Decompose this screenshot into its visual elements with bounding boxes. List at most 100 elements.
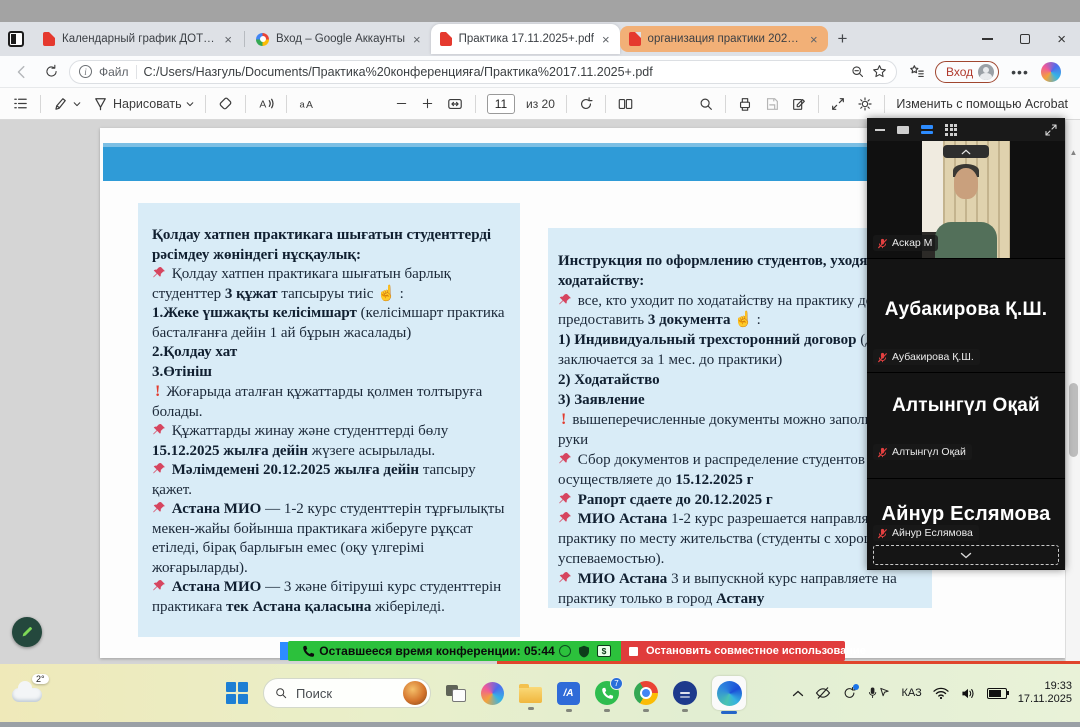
tab-google-signin[interactable]: Вход – Google Аккаунты × — [247, 26, 431, 52]
page-view-icon[interactable] — [617, 96, 634, 112]
tab-praktika-pdf-active[interactable]: Практика 17.11.2025+.pdf × — [431, 24, 620, 54]
minimize-button[interactable] — [982, 38, 993, 39]
whatsapp-icon: 7 — [595, 681, 619, 705]
fit-to-width-icon[interactable] — [446, 96, 464, 112]
video-tile-askar[interactable]: Аскар М — [867, 141, 1065, 258]
tab-calendar-pdf[interactable]: Календарный график ДОТ 2025- × — [34, 26, 242, 52]
maximize-button[interactable] — [1020, 34, 1030, 44]
tab-organizaciya-praktiki[interactable]: организация практики 2025-202 × — [620, 26, 828, 52]
participant-big-name: Аубакирова Қ.Ш. — [867, 299, 1065, 321]
hidden-eye-icon[interactable] — [815, 686, 831, 700]
bing-daily-image — [403, 681, 427, 705]
acrobat-button[interactable]: Изменить с помощью Acrobat — [896, 97, 1068, 111]
pdf-favicon — [440, 32, 452, 46]
rotate-icon[interactable] — [578, 96, 594, 112]
tab-title: организация практики 2025-202 — [648, 33, 802, 45]
copilot-icon[interactable] — [1041, 62, 1061, 82]
close-tab-icon[interactable]: × — [601, 33, 611, 46]
mic-muted-icon — [877, 238, 888, 249]
toc-icon[interactable] — [12, 95, 29, 112]
participant-big-name: Айнур Еслямова — [867, 503, 1065, 526]
edge-icon — [717, 681, 742, 706]
chrome-icon — [634, 681, 658, 705]
whatsapp-button[interactable]: 7 — [595, 681, 619, 705]
grid-view-icon[interactable] — [945, 124, 957, 136]
refresh-icon[interactable] — [44, 64, 59, 79]
pushpin-icon — [558, 511, 572, 525]
sync-tray-icon[interactable] — [842, 686, 857, 700]
scrollbar-up-arrow[interactable]: ▲ — [1066, 148, 1080, 157]
close-window-button[interactable]: × — [1057, 32, 1066, 47]
tray-overflow-chevron[interactable] — [792, 689, 804, 697]
show-more-participants-button[interactable] — [873, 545, 1059, 565]
keyboard-language[interactable]: КАЗ — [901, 687, 921, 699]
print-icon[interactable] — [737, 96, 753, 112]
start-button[interactable] — [226, 682, 248, 704]
fullscreen-icon[interactable] — [830, 96, 846, 112]
search-placeholder: Поиск — [296, 686, 395, 701]
svg-text:A: A — [259, 99, 266, 110]
pdf-scrollbar[interactable]: ▲ — [1065, 120, 1080, 665]
taskbar: 2° Поиск /A 7 — [0, 664, 1080, 722]
highlight-tool[interactable] — [52, 95, 81, 112]
settings-gear-icon[interactable] — [857, 96, 873, 112]
browser-menu-icon[interactable]: ••• — [1011, 64, 1029, 80]
speaker-view-icon[interactable] — [897, 126, 909, 134]
read-aloud-icon[interactable]: A — [257, 95, 275, 112]
new-tab-button[interactable]: + — [828, 29, 858, 49]
draw-tool[interactable]: Нарисовать — [92, 95, 194, 112]
clock[interactable]: 19:33 17.11.2025 — [1018, 680, 1072, 706]
participant-tile[interactable]: Алтынгүл Оқай Алтынгүл Оқай — [867, 372, 1065, 478]
panel-minimize-icon[interactable] — [875, 129, 885, 131]
file-explorer-button[interactable] — [519, 684, 542, 703]
chrome-button[interactable] — [634, 681, 658, 705]
participant-tile[interactable]: Аубакирова Қ.Ш. Аубакирова Қ.Ш. — [867, 258, 1065, 372]
save-icon[interactable] — [764, 96, 780, 112]
zoom-out-page-icon[interactable] — [850, 64, 865, 79]
eraser-icon[interactable] — [217, 95, 234, 112]
gallery-view-icon[interactable] — [921, 125, 933, 134]
weather-widget[interactable]: 2° — [10, 674, 56, 712]
back-icon[interactable] — [14, 64, 30, 80]
url-field[interactable]: i Файл C:/Users/Назгуль/Documents/Практи… — [69, 60, 897, 84]
expand-panel-icon[interactable] — [1045, 124, 1057, 136]
task-view-button[interactable] — [446, 685, 466, 702]
signin-button[interactable]: Вход — [935, 61, 999, 83]
wifi-icon[interactable] — [933, 687, 949, 699]
scrollbar-thumb[interactable] — [1069, 383, 1078, 457]
pointing-hand-icon: ☝ — [377, 286, 396, 302]
close-tab-icon[interactable]: × — [809, 33, 819, 46]
volume-icon[interactable] — [960, 687, 976, 700]
blue-circle-app-button[interactable] — [673, 681, 697, 705]
favorites-star-icon[interactable] — [872, 64, 887, 79]
tray-time: 19:33 — [1044, 680, 1072, 692]
collapse-video-chevron[interactable] — [943, 145, 989, 158]
close-tab-icon[interactable]: × — [223, 33, 233, 46]
page-number-input[interactable] — [487, 94, 515, 114]
mic-muted-icon — [877, 352, 888, 363]
edge-button[interactable] — [712, 676, 746, 710]
participant-name: Айнур Еслямова — [892, 527, 973, 539]
pushpin-icon — [152, 266, 166, 280]
pushpin-icon — [152, 462, 166, 476]
svg-text:A: A — [306, 100, 313, 111]
close-tab-icon[interactable]: × — [412, 33, 422, 46]
blue-circle-app-icon — [673, 681, 697, 705]
copilot-taskbar-button[interactable] — [481, 682, 504, 705]
search-document-icon[interactable] — [698, 96, 714, 112]
stop-sharing-button[interactable]: Остановить совместное использование — [621, 641, 845, 661]
annotate-pen-fab[interactable] — [12, 617, 42, 647]
zoom-in-icon[interactable] — [420, 96, 435, 111]
app-a-button[interactable]: /A — [557, 682, 580, 705]
page-info-icon[interactable]: i — [79, 65, 92, 78]
taskbar-search[interactable]: Поиск — [263, 678, 431, 708]
battery-icon[interactable] — [987, 688, 1007, 699]
translate-icon[interactable]: aA — [298, 95, 316, 112]
mic-location-tray-icons[interactable] — [868, 686, 890, 700]
participant-tile[interactable]: Айнур Еслямова Айнур Еслямова — [867, 478, 1065, 569]
save-as-icon[interactable] — [791, 96, 807, 112]
collections-icon[interactable] — [909, 64, 925, 80]
zoom-out-icon[interactable] — [394, 96, 409, 111]
conference-time-label: Оставшееся время конференции: 05:44 — [315, 644, 559, 658]
google-favicon — [256, 33, 269, 46]
